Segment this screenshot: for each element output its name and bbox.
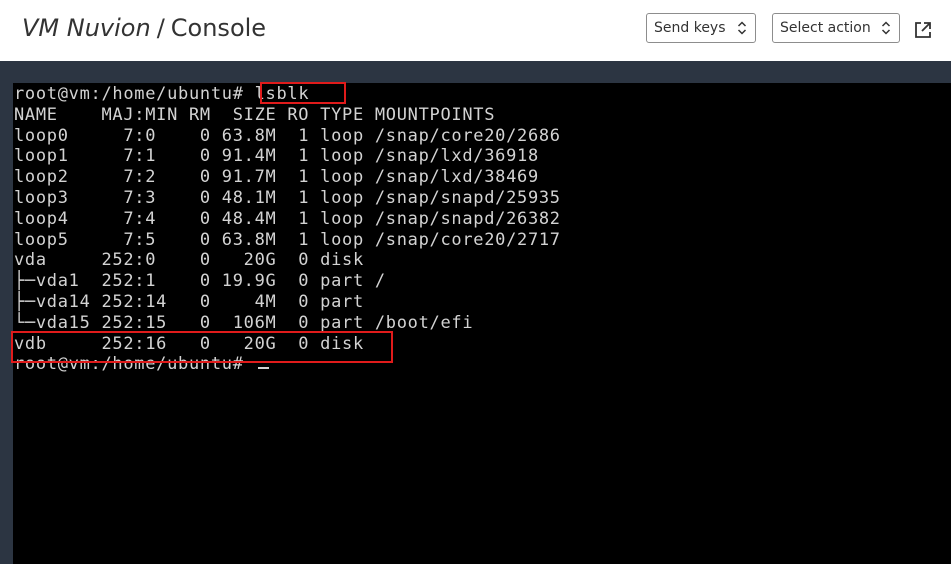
lsblk-row: loop2 7:2 0 91.7M 1 loop /snap/lxd/38469 (14, 167, 539, 188)
vm-name-link[interactable]: VM Nuvion (22, 14, 151, 42)
console-header: VM Nuvion / Console Send keys Select actio… (0, 0, 951, 61)
vdb-highlight-box (11, 331, 393, 363)
chevron-up-down-icon (737, 21, 747, 35)
page-title: VM Nuvion / Console (22, 13, 266, 43)
external-link-icon[interactable] (912, 19, 934, 41)
lsblk-header: NAME MAJ:MIN RM SIZE RO TYPE MOUNTPOINTS (14, 104, 496, 125)
lsblk-row: loop5 7:5 0 63.8M 1 loop /snap/core20/27… (14, 229, 561, 250)
lsblk-row: loop1 7:1 0 91.4M 1 loop /snap/lxd/36918 (14, 146, 539, 167)
lsblk-row: loop4 7:4 0 48.4M 1 loop /snap/snapd/263… (14, 208, 561, 229)
command-highlight-box (260, 82, 346, 104)
send-keys-select[interactable]: Send keys (646, 13, 756, 43)
lsblk-row: vda 252:0 0 20G 0 disk (14, 250, 364, 271)
lsblk-row: ├─vda1 252:1 0 19.9G 0 part / (14, 271, 386, 292)
terminal-prompt: root@vm:/home/ubuntu# (14, 84, 244, 104)
lsblk-row: loop0 7:0 0 63.8M 1 loop /snap/core20/26… (14, 125, 561, 146)
select-action-label: Select action (780, 20, 871, 36)
send-keys-label: Send keys (654, 20, 726, 36)
chevron-up-down-icon (881, 21, 891, 35)
lsblk-row: └─vda15 252:15 0 106M 0 part /boot/efi (14, 312, 474, 333)
lsblk-row: loop3 7:3 0 48.1M 1 loop /snap/snapd/259… (14, 187, 561, 208)
select-action-select[interactable]: Select action (772, 13, 900, 43)
lsblk-row: ├─vda14 252:14 0 4M 0 part (14, 291, 364, 312)
terminal-cursor (257, 367, 269, 370)
breadcrumb-separator: / (156, 14, 165, 42)
page-name: Console (170, 14, 267, 42)
